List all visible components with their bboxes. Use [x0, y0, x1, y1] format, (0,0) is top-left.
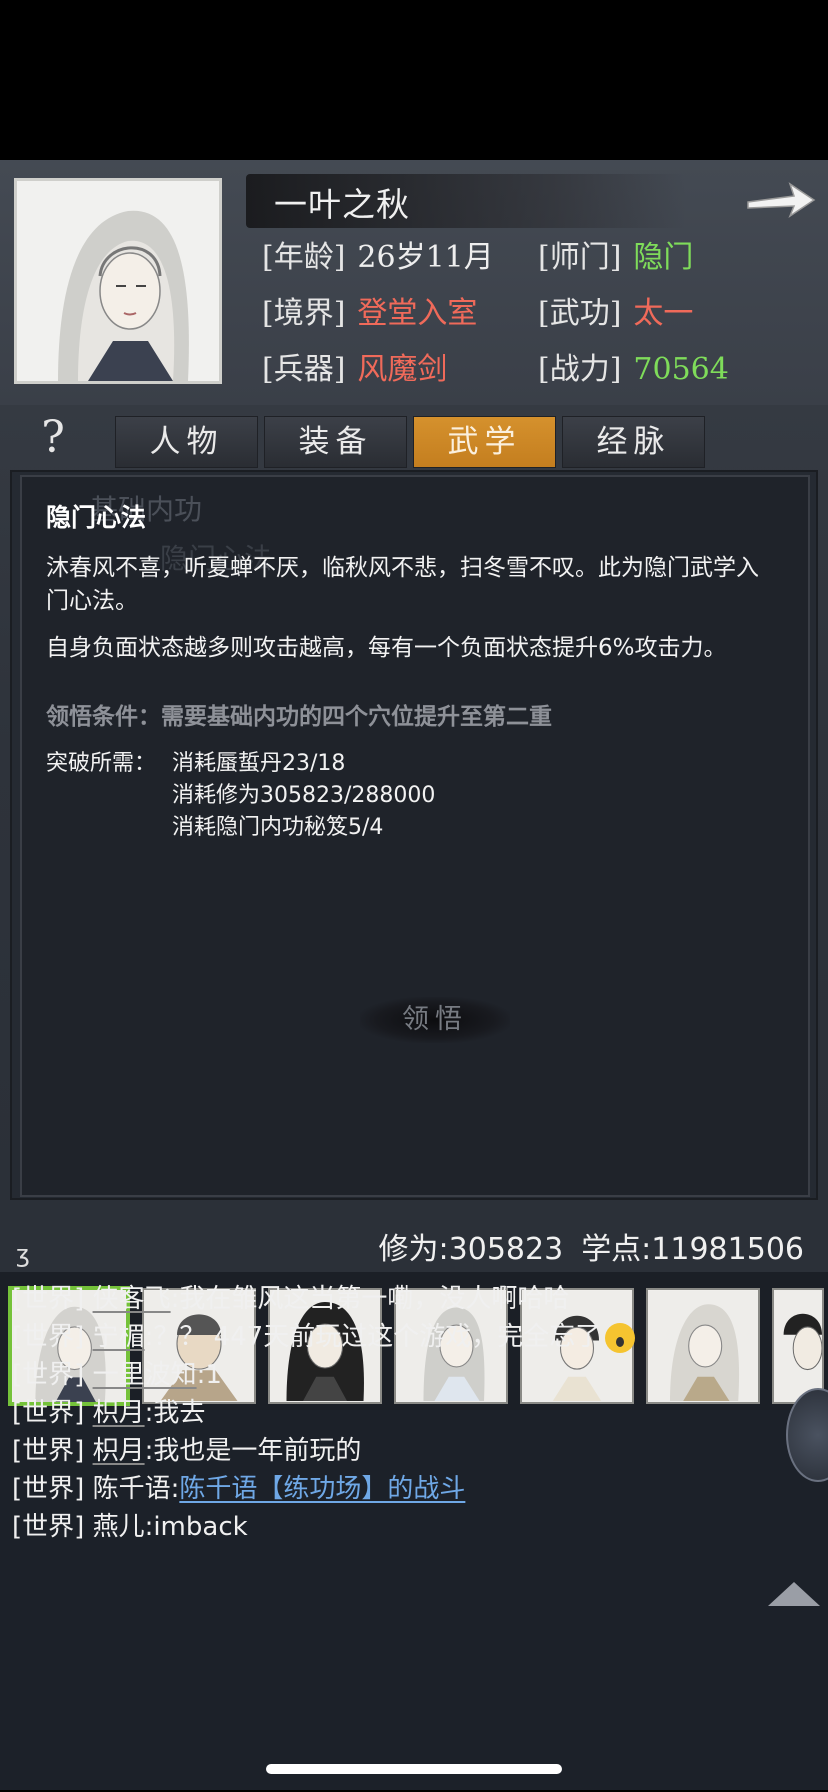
chat-channel: [世界] — [12, 1284, 85, 1314]
skill-effect: 自身负面状态越多则攻击越高，每有一个负面状态提升6%攻击力。 — [46, 635, 727, 661]
help-icon[interactable]: ? — [30, 415, 76, 461]
chat-user[interactable]: 侠客飞 — [93, 1284, 171, 1314]
chat-message: [世界] 一里波知:1 — [12, 1354, 222, 1391]
chat-text: :？？ 447天前玩过这个游戏，完全忘了 — [144, 1322, 602, 1352]
chat-channel: [世界] — [12, 1436, 85, 1466]
cultivation-points: 修为:305823 — [378, 1232, 564, 1267]
chat-channel: [世界] — [12, 1398, 85, 1428]
home-indicator[interactable] — [266, 1764, 562, 1774]
stat-weapon: [兵器] 风魔剑 — [262, 352, 448, 387]
study-points: 学点:11981506 — [581, 1232, 804, 1267]
tab-bar: 人物 装备 武学 经脉 — [115, 416, 705, 470]
portrait-icon — [774, 1290, 822, 1402]
chat-text: :imback — [144, 1512, 248, 1542]
stat-martial-art: [武功] 太一 — [538, 296, 694, 331]
chat-message: [世界] 燕儿:imback — [12, 1506, 248, 1543]
requirement-item: 消耗修为305823/288000 — [172, 783, 436, 808]
scream-emoji-icon — [605, 1322, 636, 1353]
learn-condition: 领悟条件：需要基础内功的四个穴位提升至第二重 — [46, 704, 552, 730]
stat-age: [年龄] 26岁11月 — [262, 240, 494, 275]
chat-message: [世界] 枳月:我也是一年前玩的 — [12, 1430, 361, 1467]
skill-title: 隐门心法 — [46, 503, 147, 532]
chat-text: :我在雏风这当第一嘞，没人啊哈哈 — [170, 1284, 570, 1314]
character-name: 一叶之秋 — [274, 185, 410, 224]
stat-realm: [境界] 登堂入室 — [262, 296, 478, 331]
portrait-icon — [648, 1291, 758, 1401]
points-display: 修为:305823 学点:11981506 — [379, 1224, 804, 1268]
stat-sect: [师门] 隐门 — [538, 240, 694, 275]
character-portrait[interactable] — [14, 178, 222, 384]
chat-channel: [世界] — [12, 1322, 85, 1352]
chat-user[interactable]: 一里波知 — [93, 1360, 197, 1390]
chat-channel: [世界] — [12, 1474, 85, 1504]
requirement-label: 突破所需： — [46, 751, 157, 776]
chat-message: [世界] 枳月:我去 — [12, 1392, 205, 1429]
tab-character[interactable]: 人物 — [115, 416, 258, 468]
team-member-7[interactable] — [772, 1288, 824, 1404]
skill-description: 沐春风不喜，听夏蝉不厌，临秋风不悲，扫冬雪不叹。此为隐门武学入门心法。 — [46, 555, 759, 614]
requirement-item: 消耗蜃蜇丹23/18 — [172, 751, 346, 776]
expand-chat-icon[interactable] — [768, 1582, 820, 1606]
character-header: 一叶之秋 [年龄] 26岁11月 [师门] 隐门 [境界] 登堂入室 [武功] 太一 [… — [0, 160, 828, 405]
chat-user[interactable]: 宁楣 — [93, 1322, 145, 1352]
team-member-6[interactable] — [646, 1288, 760, 1404]
chat-text: :我去 — [144, 1398, 206, 1428]
tab-equipment[interactable]: 装备 — [264, 416, 407, 468]
tab-meridians[interactable]: 经脉 — [562, 416, 705, 468]
chat-user[interactable]: 枳月 — [93, 1398, 145, 1428]
chat-text: :1 — [196, 1360, 222, 1390]
learn-button[interactable]: 领悟 — [360, 997, 510, 1043]
chat-channel: [世界] — [12, 1512, 85, 1542]
chat-message: [世界] 宁楣:？？ 447天前玩过这个游戏，完全忘了 — [12, 1316, 636, 1353]
portrait-icon — [18, 181, 218, 381]
stat-power: [战力] 70564 — [538, 352, 729, 387]
requirement-item: 消耗隐门内功秘笈5/4 — [172, 815, 384, 840]
chat-panel[interactable] — [0, 1410, 828, 1790]
tab-martial-arts[interactable]: 武学 — [413, 416, 556, 468]
chat-user[interactable]: 枳月 — [93, 1436, 145, 1466]
chat-user[interactable]: 燕儿 — [93, 1512, 145, 1542]
chat-channel: [世界] — [12, 1360, 85, 1390]
battle-link[interactable]: 陈千语【练功场】的战斗 — [179, 1474, 465, 1504]
chat-message: [世界] 侠客飞:我在雏风这当第一嘞，没人啊哈哈 — [12, 1278, 569, 1315]
chat-message: [世界] 陈千语:陈千语【练功场】的战斗 — [12, 1468, 465, 1505]
arrow-right-icon[interactable] — [744, 178, 816, 222]
chat-text: :我也是一年前玩的 — [144, 1436, 362, 1466]
chat-marker: ʒ — [16, 1240, 30, 1268]
chat-user[interactable]: 陈千语 — [93, 1474, 171, 1504]
